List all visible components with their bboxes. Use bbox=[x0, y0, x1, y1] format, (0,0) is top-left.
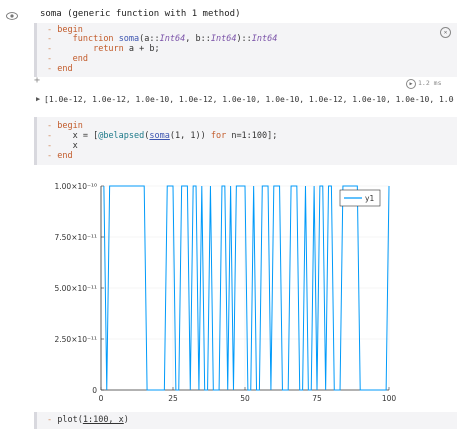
line-chart: 0 25 50 75 100 0 2.50×10⁻¹¹ 5.00×10⁻¹¹ 7.50×10⁻¹… bbox=[55, 182, 397, 403]
y-tick-label: 1.00×10⁻¹⁰ bbox=[55, 182, 98, 191]
code-cell-3[interactable]: - plot(1:100, x) bbox=[34, 412, 457, 429]
code-line: - end bbox=[47, 64, 73, 74]
code-line: - end bbox=[47, 151, 73, 161]
code-cell-1[interactable]: - begin - function soma(a::Int64, b::Int… bbox=[34, 23, 457, 77]
runtime-label: 1.2 ms bbox=[418, 79, 442, 87]
code-line: - x bbox=[47, 141, 78, 151]
x-tick-label: 75 bbox=[312, 394, 322, 403]
code-line: - function soma(a::Int64, b::Int64)::Int… bbox=[47, 34, 278, 44]
add-cell-icon[interactable]: + bbox=[34, 75, 40, 86]
vector-output: [1.0e-12, 1.0e-12, 1.0e-10, 1.0e-12, 1.0… bbox=[44, 95, 454, 104]
code-cell-2[interactable]: - begin - x = [@belapsed(soma(1, 1)) for… bbox=[34, 117, 457, 165]
code-line: - begin bbox=[47, 121, 83, 131]
y-tick-label: 5.00×10⁻¹¹ bbox=[55, 284, 98, 293]
y-tick-label: 0 bbox=[92, 386, 97, 395]
eye-icon[interactable] bbox=[6, 12, 18, 20]
x-tick-label: 0 bbox=[99, 394, 104, 403]
y-tick-label: 7.50×10⁻¹¹ bbox=[55, 233, 98, 242]
x-tick-label: 100 bbox=[382, 394, 397, 403]
x-tick-label: 50 bbox=[240, 394, 250, 403]
expand-triangle-icon[interactable]: ▶ bbox=[36, 95, 40, 103]
gear-icon[interactable]: ✕ bbox=[440, 27, 451, 38]
code-line: - plot(1:100, x) bbox=[47, 415, 129, 425]
cell-output-text: soma (generic function with 1 method) bbox=[40, 9, 241, 19]
legend-label: y1 bbox=[365, 194, 374, 203]
code-line: - return a + b; bbox=[47, 44, 160, 54]
run-icon[interactable]: ▶ bbox=[406, 79, 416, 89]
code-line: - end bbox=[47, 54, 88, 64]
code-line: - x = [@belapsed(soma(1, 1)) for n=1:100… bbox=[47, 131, 278, 141]
x-tick-label: 25 bbox=[168, 394, 178, 403]
y-tick-label: 2.50×10⁻¹¹ bbox=[55, 335, 98, 344]
